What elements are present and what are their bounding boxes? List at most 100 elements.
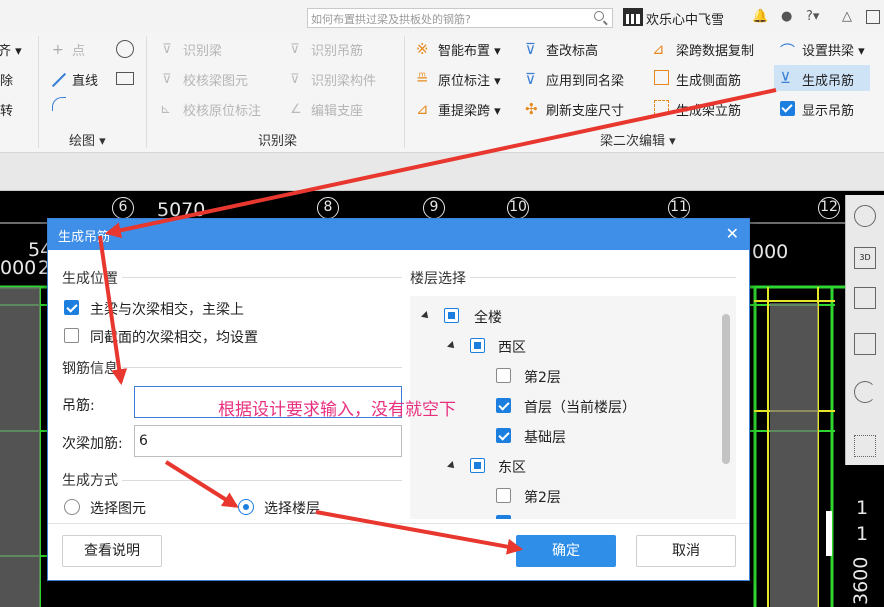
refresh-support-size-button[interactable]: 刷新支座尺寸: [546, 100, 624, 119]
cancel-button[interactable]: 取消: [636, 535, 736, 567]
box-view-icon[interactable]: [854, 333, 876, 355]
west-floor1-label[interactable]: 首层（当前楼层）: [524, 397, 636, 417]
slab-area-right: [770, 303, 818, 607]
west-zone-label[interactable]: 西区: [498, 337, 526, 357]
select-element-label[interactable]: 选择图元: [90, 498, 146, 518]
show-hanger-label[interactable]: 显示吊筋: [802, 100, 854, 119]
east-floor2-checkbox[interactable]: [496, 488, 511, 503]
floor-tree[interactable]: 全楼 西区 第2层 首层（当前楼层） 基础层 东区 第2层: [410, 296, 736, 519]
axis-number-10: 10: [507, 197, 529, 219]
floor-all-label[interactable]: 全楼: [474, 307, 502, 327]
rotate-icon[interactable]: [854, 381, 876, 403]
ribbon-divider: [404, 36, 405, 148]
west-base-checkbox[interactable]: [496, 428, 511, 443]
east-floor2-label[interactable]: 第2层: [524, 487, 561, 507]
check-original-annotation-button[interactable]: 校核原位标注: [183, 100, 261, 119]
dialog-title: 生成吊筋: [58, 230, 111, 245]
dimension-text: 3600: [850, 556, 872, 605]
dimension-text: 000: [0, 257, 37, 279]
position-section-title: 生成位置: [62, 268, 122, 288]
rectangle-icon[interactable]: [116, 72, 134, 85]
ribbon-delete-item[interactable]: 除: [0, 70, 13, 89]
expand-icon[interactable]: [447, 341, 457, 351]
restore-window-icon[interactable]: [866, 10, 880, 24]
ok-button[interactable]: 确定: [516, 535, 616, 567]
draw-group-label[interactable]: 绘图 ▾: [69, 130, 106, 149]
draw-point-button[interactable]: 点: [72, 40, 85, 59]
select-element-radio[interactable]: [64, 499, 80, 515]
stirrup-rebar-icon: [654, 100, 669, 115]
west-zone-checkbox[interactable]: [470, 338, 485, 353]
set-arch-beam-button[interactable]: 设置拱梁 ▾: [802, 40, 865, 59]
check-elevation-button[interactable]: 查改标高: [546, 40, 598, 59]
3d-view-icon[interactable]: 3D: [854, 247, 876, 269]
copy-span-icon: ⊿: [652, 40, 665, 58]
help-button[interactable]: 查看说明: [62, 535, 162, 567]
select-floor-radio[interactable]: [238, 499, 254, 515]
ribbon-rotate-item[interactable]: 转: [0, 100, 13, 119]
identify-beam-button[interactable]: 识别梁: [183, 40, 222, 59]
title-bar: 如何布置拱过梁及拱板处的钢筋? 欢乐心中飞雪 🔔 ● ?▾ △: [0, 0, 884, 33]
re-extract-span-button[interactable]: 重提梁跨 ▾: [438, 100, 501, 119]
floor-tree-scrollbar[interactable]: [722, 314, 730, 464]
smart-layout-button[interactable]: 智能布置 ▾: [438, 40, 501, 59]
generate-side-rebar-button[interactable]: 生成侧面筋: [676, 70, 741, 89]
dialog-title-bar[interactable]: 生成吊筋 ✕: [48, 219, 749, 250]
east-floor1-checkbox[interactable]: [496, 515, 511, 519]
check-beam-element-button[interactable]: 校核梁图元: [183, 70, 248, 89]
edit-support-icon: ∠: [290, 102, 302, 117]
west-floor2-checkbox[interactable]: [496, 368, 511, 383]
original-annotation-button[interactable]: 原位标注 ▾: [438, 70, 501, 89]
shirt-icon[interactable]: △: [842, 9, 852, 24]
username[interactable]: 欢乐心中飞雪: [646, 9, 724, 28]
west-floor1-checkbox[interactable]: [496, 398, 511, 413]
close-icon[interactable]: ✕: [726, 224, 739, 243]
same-section-label[interactable]: 同截面的次梁相交，均设置: [90, 327, 258, 347]
apply-same-name-icon: ⊽: [525, 70, 536, 88]
identify-beam-component-button[interactable]: 识别梁构件: [311, 70, 376, 89]
extra-rebar-input[interactable]: 6: [134, 425, 402, 457]
secondary-edit-group-label[interactable]: 梁二次编辑 ▾: [600, 130, 676, 149]
re-extract-span-icon: ⊿: [416, 100, 429, 118]
help-icon[interactable]: ?▾: [806, 9, 819, 24]
arc-icon[interactable]: [52, 97, 66, 111]
main-secondary-label[interactable]: 主梁与次梁相交，主梁上: [90, 299, 244, 319]
identify-hanger-button[interactable]: 识别吊筋: [311, 40, 363, 59]
check-beam-icon: ⊽: [162, 72, 172, 87]
tool-strip: [0, 153, 884, 191]
generate-stirrup-rebar-button[interactable]: 生成架立筋: [676, 100, 741, 119]
east-zone-label[interactable]: 东区: [498, 457, 526, 477]
bell-icon[interactable]: 🔔: [752, 9, 768, 24]
annotation-text: 根据设计要求输入，没有就空下: [218, 400, 456, 420]
east-zone-checkbox[interactable]: [470, 458, 485, 473]
ribbon-align-item[interactable]: 齐 ▾: [0, 40, 22, 59]
grid-view-icon[interactable]: [854, 435, 876, 457]
show-hanger-checkbox[interactable]: [780, 101, 795, 116]
select-floor-label[interactable]: 选择楼层: [264, 498, 320, 518]
edit-support-button[interactable]: 编辑支座: [311, 100, 363, 119]
west-floor2-label[interactable]: 第2层: [524, 367, 561, 387]
search-icon[interactable]: [594, 11, 604, 21]
hanger-label: 吊筋:: [62, 398, 95, 414]
point-icon[interactable]: +: [52, 42, 64, 58]
dimension-text: 1: [856, 497, 869, 519]
original-annotation-icon: ≞: [416, 70, 429, 88]
chat-icon[interactable]: ●: [781, 9, 792, 24]
main-secondary-checkbox[interactable]: [64, 300, 79, 315]
search-input[interactable]: 如何布置拱过梁及拱板处的钢筋?: [307, 8, 613, 28]
draw-line-button[interactable]: 直线: [72, 70, 98, 89]
apply-same-name-button[interactable]: 应用到同名梁: [546, 70, 624, 89]
axis-number-11: 11: [668, 197, 690, 219]
top-view-icon[interactable]: [854, 287, 876, 309]
orbit-icon[interactable]: [854, 205, 876, 227]
circle-icon[interactable]: [116, 40, 134, 58]
expand-icon[interactable]: [421, 311, 431, 321]
floor-all-checkbox[interactable]: [444, 308, 459, 323]
side-rebar-icon: [654, 70, 669, 85]
copy-span-data-button[interactable]: 梁跨数据复制: [676, 40, 754, 59]
avatar[interactable]: [623, 8, 643, 26]
expand-icon[interactable]: [447, 461, 457, 471]
same-section-checkbox[interactable]: [64, 328, 79, 343]
generate-hanger-button[interactable]: 生成吊筋: [802, 70, 854, 89]
west-base-label[interactable]: 基础层: [524, 427, 566, 447]
